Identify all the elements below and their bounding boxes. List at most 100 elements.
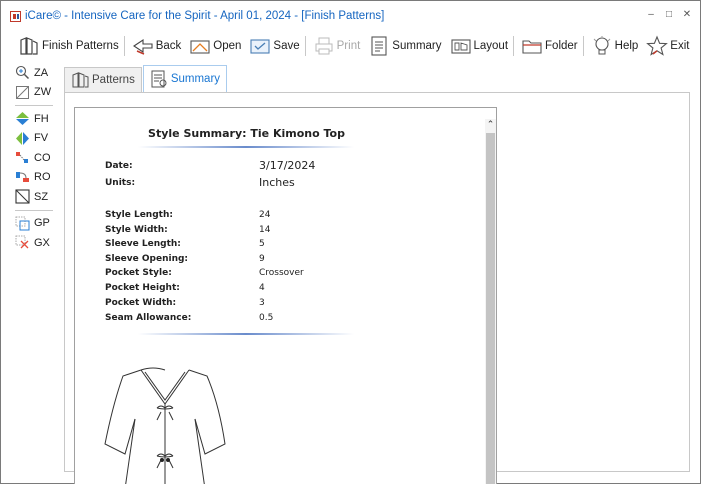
ungroup-icon — [15, 235, 29, 249]
date-label: Date: — [105, 161, 133, 171]
minimize-button[interactable]: – — [646, 9, 656, 20]
field-value: 14 — [259, 225, 271, 235]
tab-patterns-label: Patterns — [92, 74, 135, 86]
zoom-window-icon — [16, 85, 29, 99]
summary-label: Summary — [392, 39, 442, 52]
help-button[interactable]: Help — [588, 33, 642, 59]
patterns-tab-icon — [72, 72, 89, 88]
group-pieces-label: GP — [34, 217, 50, 230]
finish-patterns-label: Finish Patterns — [42, 39, 119, 52]
rotate-icon — [16, 171, 29, 182]
folder-icon — [522, 39, 542, 54]
copy-label: CO — [34, 151, 51, 164]
copy-icon — [16, 152, 28, 164]
back-icon — [132, 38, 153, 55]
field-value: 24 — [259, 210, 271, 220]
tab-patterns[interactable]: Patterns — [64, 67, 142, 92]
field-value: 4 — [259, 283, 265, 293]
lightbulb-icon — [593, 35, 610, 54]
toolbar-divider — [513, 35, 515, 56]
scroll-thumb[interactable] — [486, 133, 495, 484]
field-label: Pocket Style: — [105, 268, 172, 278]
zoom-all-button[interactable]: ZA — [15, 63, 57, 83]
back-button[interactable]: Back — [129, 33, 185, 59]
left-toolbar: ZA ZW FH FV CO RO SZ GP GX — [15, 63, 57, 253]
layout-button[interactable]: Layout — [447, 33, 512, 59]
summary-title: Style Summary: Tie Kimono Top — [148, 127, 345, 140]
field-label: Sleeve Opening: — [105, 254, 189, 264]
ungroup-label: GX — [34, 236, 50, 249]
toolbar-divider — [123, 35, 125, 56]
summary-tab-icon — [151, 70, 167, 88]
field-value: 5 — [259, 239, 265, 249]
field-label: Pocket Height: — [105, 283, 180, 293]
field-value: Crossover — [259, 268, 304, 278]
field-value: 3 — [259, 298, 265, 308]
layout-icon — [450, 38, 471, 54]
zoom-all-icon — [15, 66, 30, 80]
flip-horizontal-label: FH — [34, 112, 49, 125]
field-label: Pocket Width: — [105, 298, 177, 308]
restore-button[interactable]: □ — [664, 9, 674, 20]
close-button[interactable]: ✕ — [682, 9, 692, 20]
save-icon — [250, 38, 270, 54]
date-value: 3/17/2024 — [259, 159, 316, 172]
summary-document[interactable]: Style Summary: Tie Kimono Top Date: 3/17… — [74, 107, 497, 484]
field-label: Sleeve Length: — [105, 239, 181, 249]
print-label: Print — [336, 39, 361, 52]
folder-label: Folder — [545, 39, 578, 52]
units-label: Units: — [105, 178, 136, 188]
open-icon — [190, 39, 210, 54]
size-label: SZ — [34, 190, 49, 203]
title-rule — [138, 146, 354, 148]
tab-strip: Patterns Summary — [64, 65, 228, 93]
toolbar-divider — [582, 35, 584, 56]
tab-summary-label: Summary — [170, 73, 221, 85]
rotate-button[interactable]: RO — [15, 168, 57, 188]
star-icon — [646, 35, 669, 56]
size-button[interactable]: SZ — [15, 187, 57, 207]
exit-button[interactable]: Exit — [643, 33, 692, 59]
field-label: Seam Allowance: — [105, 313, 192, 323]
save-button[interactable]: Save — [246, 33, 302, 59]
finish-patterns-icon — [20, 36, 38, 55]
summary-button[interactable]: Summary — [365, 33, 444, 59]
group-pieces-icon — [15, 216, 30, 231]
exit-label: Exit — [670, 39, 690, 52]
group-pieces-button[interactable]: GP — [15, 214, 57, 234]
scroll-up-icon[interactable]: ⌃ — [485, 119, 496, 131]
title-bar: iCare© - Intensive Care for the Spirit -… — [1, 1, 700, 31]
flip-horizontal-button[interactable]: FH — [15, 109, 57, 129]
back-label: Back — [155, 39, 182, 52]
flip-vertical-button[interactable]: FV — [15, 129, 57, 149]
print-button[interactable]: Print — [310, 33, 364, 59]
window-title: iCare© - Intensive Care for the Spirit -… — [25, 10, 385, 22]
kimono-top-sketch — [104, 367, 226, 484]
left-toolbar-divider — [15, 209, 53, 211]
field-value: 9 — [259, 254, 265, 264]
field-label: Style Length: — [105, 210, 173, 220]
folder-button[interactable]: Folder — [518, 33, 581, 59]
flip-horizontal-icon — [16, 112, 29, 126]
app-icon — [10, 11, 21, 22]
flip-vertical-label: FV — [34, 132, 49, 145]
tab-summary[interactable]: Summary — [142, 65, 228, 92]
help-label: Help — [614, 39, 639, 52]
app-window: iCare© - Intensive Care for the Spirit -… — [0, 0, 701, 484]
copy-button[interactable]: CO — [15, 148, 57, 168]
finish-patterns-button[interactable]: Finish Patterns — [15, 33, 122, 59]
rotate-label: RO — [34, 171, 51, 184]
flip-vertical-icon — [16, 131, 29, 145]
vertical-scrollbar[interactable]: ⌃ — [485, 119, 496, 484]
open-button[interactable]: Open — [186, 33, 244, 59]
zoom-window-label: ZW — [34, 86, 52, 99]
ungroup-button[interactable]: GX — [15, 233, 57, 253]
main-toolbar: Finish Patterns Back Open Save Print Sum… — [1, 31, 700, 60]
units-value: Inches — [259, 176, 295, 189]
save-label: Save — [273, 39, 300, 52]
summary-icon — [371, 35, 387, 56]
zoom-window-button[interactable]: ZW — [15, 83, 57, 103]
layout-label: Layout — [473, 39, 509, 52]
zoom-all-label: ZA — [34, 66, 49, 79]
toolbar-divider — [304, 35, 306, 56]
